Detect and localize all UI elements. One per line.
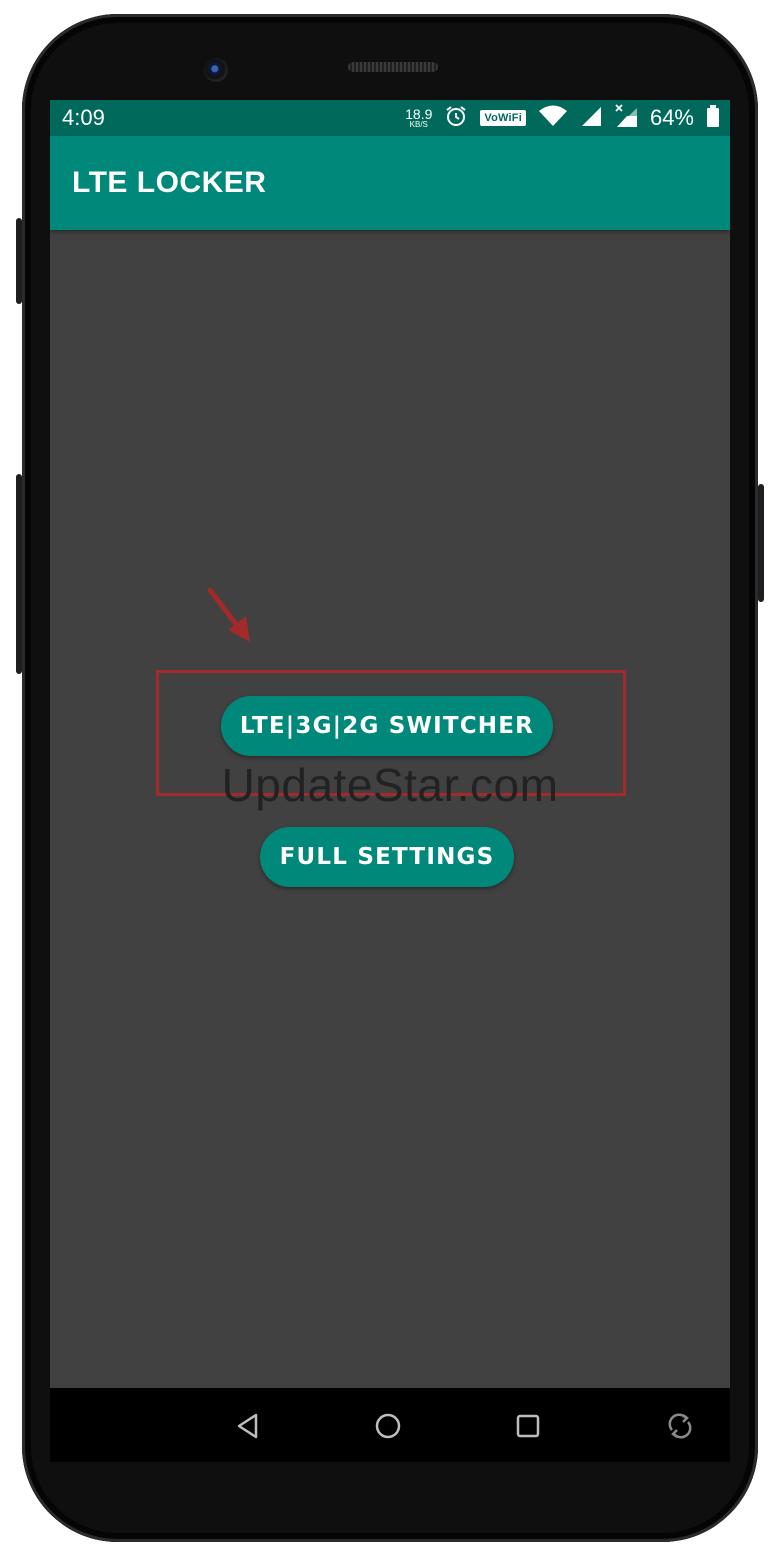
home-button[interactable] (368, 1406, 408, 1446)
earpiece (348, 62, 438, 72)
network-speed: 18.9 KB/S (405, 107, 432, 129)
signal-icon (580, 105, 602, 132)
navigation-bar (50, 1388, 730, 1462)
full-settings-button[interactable]: FULL SETTINGS (260, 827, 514, 887)
app-bar: LTE LOCKER (50, 136, 730, 230)
signal-x-icon (614, 103, 638, 133)
status-time: 4:09 (62, 105, 105, 130)
speed-unit: KB/S (409, 120, 428, 129)
status-icons: 18.9 KB/S VoWiFi 64% (405, 100, 720, 136)
back-icon (237, 1413, 258, 1439)
recents-icon (516, 1414, 540, 1438)
app-title: LTE LOCKER (72, 166, 267, 199)
speed-value: 18.9 (405, 106, 433, 122)
recents-button[interactable] (508, 1406, 548, 1446)
vowifi-badge: VoWiFi (480, 110, 526, 126)
side-key-left (16, 474, 22, 674)
watermark: UpdateStar.com (221, 759, 559, 811)
volume-key (16, 218, 22, 304)
alarm-icon (444, 104, 468, 133)
battery-percent: 64% (649, 105, 694, 130)
battery-icon (706, 104, 720, 133)
back-button[interactable] (228, 1406, 268, 1446)
annotation-arrow (202, 586, 262, 656)
wifi-icon (538, 104, 568, 133)
power-key (758, 484, 764, 602)
rotate-button[interactable] (660, 1406, 700, 1446)
lte-switcher-button[interactable]: LTE|3G|2G SWITCHER (221, 696, 553, 756)
home-icon (375, 1413, 401, 1439)
front-camera (204, 58, 228, 82)
rotate-icon (668, 1413, 692, 1439)
screen: 4:09 18.9 KB/S VoWiFi 64% LTE LOCKER LTE… (50, 100, 730, 1462)
status-bar: 4:09 18.9 KB/S VoWiFi 64% (50, 100, 730, 136)
